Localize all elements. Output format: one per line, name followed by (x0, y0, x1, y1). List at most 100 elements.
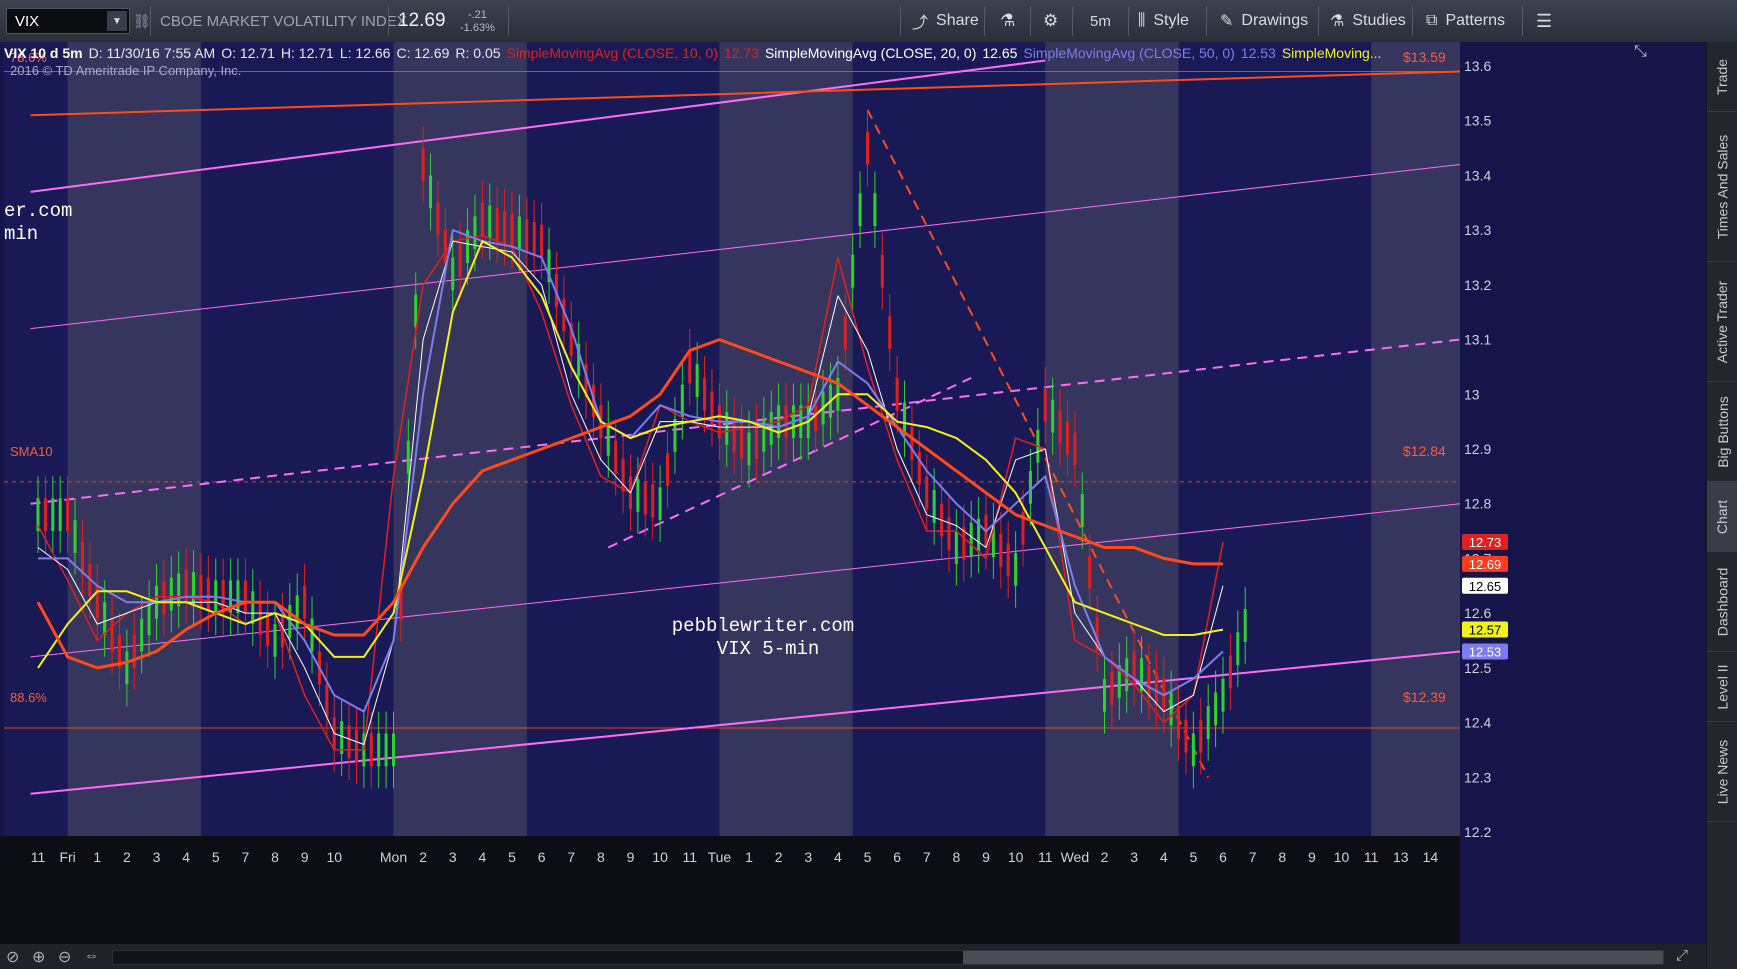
candle-body (532, 221, 536, 255)
share-button[interactable]: ⤴ Share (912, 0, 979, 42)
candle-body (843, 316, 847, 350)
bar-close: C: 12.69 (396, 45, 450, 61)
sidebar-tab-trade[interactable]: Trade (1707, 42, 1737, 112)
drawings-button[interactable]: ✎ Drawings (1220, 0, 1308, 42)
candle-body (1088, 555, 1092, 589)
sma-more-legend[interactable]: SimpleMoving... (1282, 45, 1388, 61)
sma-label: SMA10 (10, 444, 53, 459)
time-tick-label: 8 (1278, 849, 1286, 865)
symbol-input[interactable]: VIX ▼ (6, 8, 130, 34)
study-legend: VIX 10 d 5m D: 11/30/16 7:55 AM O: 12.71… (4, 42, 1624, 64)
time-tick-label: 8 (597, 849, 605, 865)
sidebar-tab-dashboard[interactable]: Dashboard (1707, 552, 1737, 652)
patterns-button[interactable]: ⧉ Patterns (1426, 0, 1505, 42)
time-tick-label: 7 (567, 849, 575, 865)
candle-body (880, 254, 884, 288)
candle-body (1243, 609, 1247, 642)
time-tick-label: 2 (775, 849, 783, 865)
sma10-legend[interactable]: SimpleMovingAvg (CLOSE, 10, 0) (507, 45, 724, 61)
scroll-thumb[interactable] (963, 951, 1663, 964)
candle-body (540, 224, 544, 258)
sidebar-tab-level-ii[interactable]: Level II (1707, 652, 1737, 722)
candle-body (443, 230, 447, 263)
sidebar-tab-times-and-sales[interactable]: Times And Sales (1707, 112, 1737, 262)
candle-body (303, 585, 307, 619)
price-chart[interactable]: 13.613.513.413.313.213.11312.912.812.712… (0, 42, 1706, 944)
price-tick-label: 13.1 (1464, 332, 1491, 348)
pan-icon[interactable]: ⇔ (84, 947, 99, 964)
price-badge-label: 12.57 (1469, 623, 1502, 638)
candle-body (392, 733, 395, 767)
style-button[interactable]: ⫼ Style (1138, 0, 1189, 42)
sma20-value: 12.65 (982, 45, 1018, 61)
candle-body (1228, 655, 1232, 689)
timeframe-button[interactable]: 5m (1090, 0, 1111, 42)
bar-range: R: 0.05 (455, 45, 501, 61)
time-tick-label: 3 (1130, 849, 1138, 865)
link-icon[interactable]: ⛓ (133, 0, 151, 42)
candle-body (429, 175, 433, 209)
gear-icon[interactable]: ⚙ (1043, 0, 1058, 42)
zoom-in-icon[interactable]: ⊕ (32, 947, 45, 967)
candle-body (873, 193, 877, 227)
sma50-legend[interactable]: SimpleMovingAvg (CLOSE, 50, 0) (1023, 45, 1240, 61)
collapse-icon[interactable]: ⤡ (1634, 43, 1647, 61)
sidebar-tab-label: Level II (1714, 663, 1731, 710)
candle-body (503, 210, 507, 244)
bar-low: L: 12.66 (339, 45, 391, 61)
candle-body (784, 405, 788, 439)
candle-body (658, 487, 662, 521)
sma-price: $12.84 (1403, 443, 1446, 459)
price-badge-label: 12.65 (1469, 579, 1502, 594)
price-badge-label: 12.69 (1469, 557, 1502, 572)
studies-button[interactable]: ⚗ Studies (1330, 0, 1406, 42)
sidebar-tab-live-news[interactable]: Live News (1707, 722, 1737, 822)
price-tick-label: 12.2 (1464, 824, 1491, 840)
candle-body (925, 476, 929, 510)
candle-body (666, 453, 670, 486)
time-tick-label: Mon (380, 849, 407, 865)
net-change: -.21 (467, 8, 487, 21)
candle-body (162, 581, 166, 615)
chart-header: VIX 10 d 5m (4, 45, 83, 61)
sidebar-tab-chart[interactable]: Chart (1707, 482, 1737, 552)
sidebar-tab-active-trader[interactable]: Active Trader (1707, 262, 1737, 382)
candle-body (858, 193, 862, 227)
candle-body (66, 498, 70, 532)
sidebar-tab-big-buttons[interactable]: Big Buttons (1707, 382, 1737, 482)
flask-icon[interactable]: ⚗ (1000, 0, 1015, 42)
zoom-out-icon[interactable]: ⊖ (58, 947, 71, 967)
time-tick-label: 11 (1038, 849, 1053, 865)
divider (984, 6, 985, 36)
zoom-reset-icon[interactable]: ⊘ (6, 947, 19, 967)
price-tick-label: 12.9 (1464, 441, 1491, 457)
candle-body (473, 216, 477, 250)
candle-body (688, 350, 692, 384)
time-scrollbar[interactable] (112, 950, 1664, 965)
divider (1128, 6, 1129, 36)
time-tick-label: 4 (478, 849, 486, 865)
flask-icon: ⚗ (1330, 13, 1345, 30)
time-tick-label: 9 (982, 849, 990, 865)
expand-icon[interactable]: ⤢ (1676, 947, 1688, 964)
sidebar-tab-label: Times And Sales (1714, 134, 1731, 239)
candle-body (436, 202, 440, 236)
price-tick-label: 13 (1464, 386, 1480, 402)
time-tick-label: 2 (123, 849, 131, 865)
candle-body (325, 684, 329, 718)
watermark-2: VIX 5-min (717, 638, 820, 660)
time-tick-label: 14 (1423, 849, 1439, 865)
candle-body (488, 205, 492, 239)
divider (1412, 6, 1413, 36)
chevron-down-icon[interactable]: ▼ (107, 11, 127, 31)
candle-body (606, 423, 610, 456)
right-sidebar: Trade Times And Sales Active Trader Big … (1706, 42, 1737, 969)
sidebar-tab-label: Big Buttons (1714, 395, 1731, 468)
time-tick-label: 9 (301, 849, 309, 865)
sma20-legend[interactable]: SimpleMovingAvg (CLOSE, 20, 0) (765, 45, 982, 61)
menu-icon[interactable]: ☰ (1536, 0, 1552, 42)
candle-body (1058, 410, 1062, 444)
session-bands (0, 42, 1706, 944)
divider (508, 6, 509, 36)
candle-body (888, 316, 892, 350)
